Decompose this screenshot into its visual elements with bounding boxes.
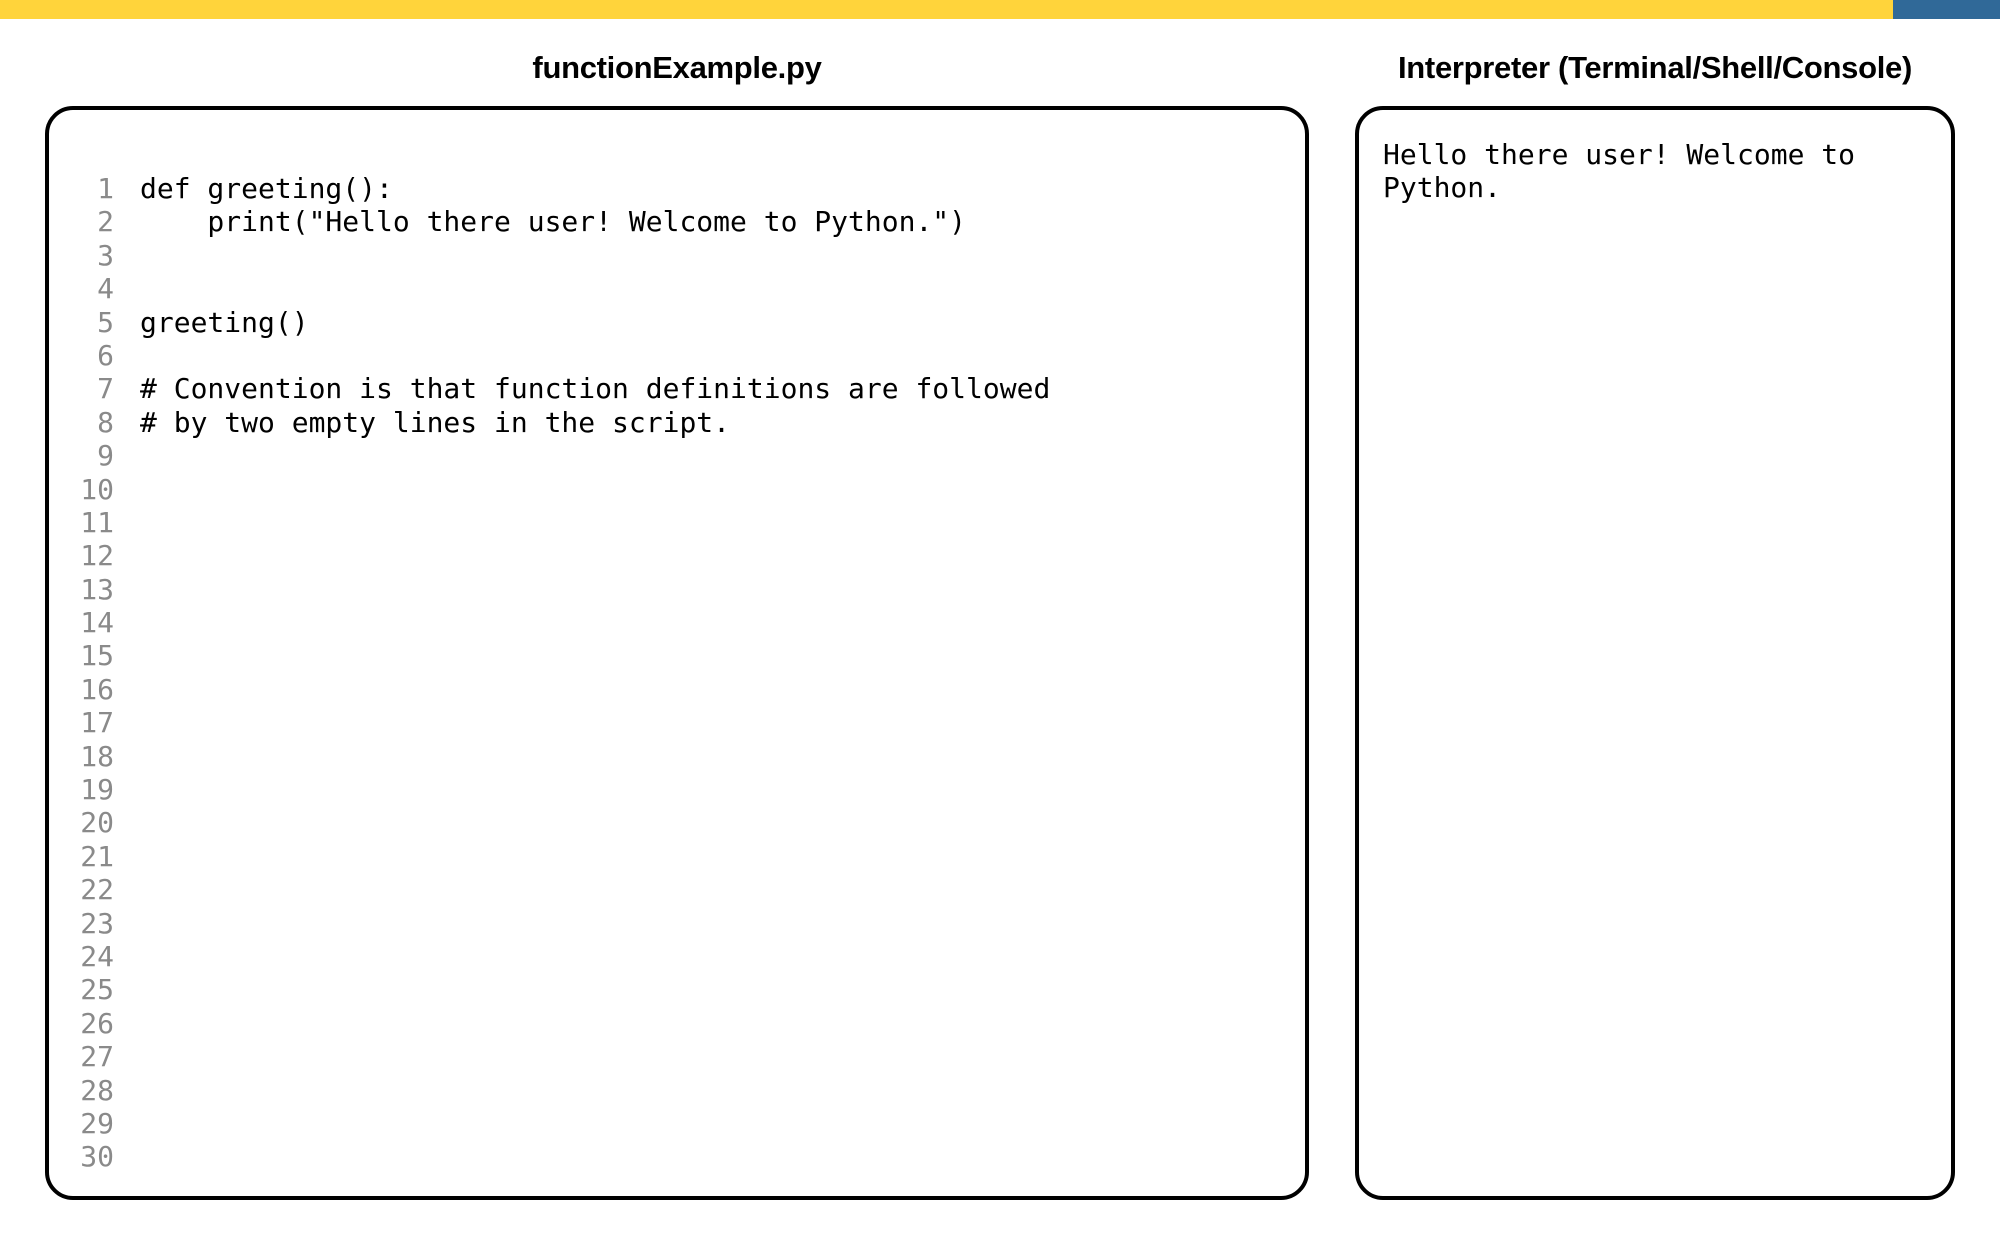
- console-output: Hello there user! Welcome to Python.: [1383, 138, 1931, 205]
- code-line[interactable]: [140, 239, 1285, 272]
- interpreter-console[interactable]: Hello there user! Welcome to Python.: [1355, 106, 1955, 1200]
- line-number-gutter: 1 2 3 4 5 6 7 8 9 10 11 12 13 14 15 16 17 18 19 20 21 22 23 24 2…: [49, 172, 114, 1174]
- line-number: 6: [97, 338, 114, 372]
- line-number: 10: [80, 472, 114, 506]
- interpreter-title: Interpreter (Terminal/Shell/Console): [1397, 50, 1912, 85]
- line-number: 20: [80, 806, 114, 840]
- line-number: 3: [97, 238, 114, 272]
- line-number: 21: [80, 839, 114, 873]
- line-number: 22: [80, 873, 114, 907]
- line-number: 19: [80, 773, 114, 807]
- line-number: 27: [80, 1040, 114, 1074]
- line-number: 12: [80, 539, 114, 573]
- line-number: 14: [80, 606, 114, 640]
- line-number: 2: [97, 205, 114, 239]
- line-number: 7: [97, 372, 114, 406]
- line-number: 23: [80, 906, 114, 940]
- line-number: 4: [97, 272, 114, 306]
- line-number: 11: [80, 505, 114, 539]
- line-number: 8: [97, 405, 114, 439]
- line-number: 25: [80, 973, 114, 1007]
- line-number: 18: [80, 739, 114, 773]
- code-line[interactable]: print("Hello there user! Welcome to Pyth…: [140, 205, 1285, 238]
- console-output-line: Python.: [1383, 171, 1502, 205]
- line-number: 16: [80, 672, 114, 706]
- line-number: 26: [80, 1006, 114, 1040]
- line-number: 9: [97, 439, 114, 473]
- line-number: 28: [80, 1073, 114, 1107]
- line-number: 1: [97, 172, 114, 205]
- top-accent-block: [1893, 0, 2000, 19]
- code-line[interactable]: def greeting():: [140, 172, 1285, 205]
- line-number: 29: [80, 1106, 114, 1140]
- code-line[interactable]: greeting(): [140, 306, 1285, 339]
- console-output-line: Hello there user! Welcome to: [1383, 138, 1856, 171]
- code-line[interactable]: [140, 272, 1285, 305]
- code-line[interactable]: [140, 339, 1285, 372]
- code-area[interactable]: def greeting(): print("Hello there user!…: [140, 172, 1285, 439]
- editor-title: functionExample.py: [532, 50, 822, 85]
- line-number: 15: [80, 639, 114, 673]
- top-color-bar: [0, 0, 1893, 19]
- line-number: 30: [80, 1140, 114, 1174]
- line-number: 24: [80, 939, 114, 973]
- code-line[interactable]: # Convention is that function definition…: [140, 372, 1285, 405]
- line-number: 17: [80, 706, 114, 740]
- line-number: 13: [80, 572, 114, 606]
- code-editor[interactable]: 1 2 3 4 5 6 7 8 9 10 11 12 13 14 15 16 17 18 19 20 21 22 23 24 2…: [45, 106, 1309, 1200]
- code-line[interactable]: # by two empty lines in the script.: [140, 406, 1285, 439]
- line-number: 5: [97, 305, 114, 339]
